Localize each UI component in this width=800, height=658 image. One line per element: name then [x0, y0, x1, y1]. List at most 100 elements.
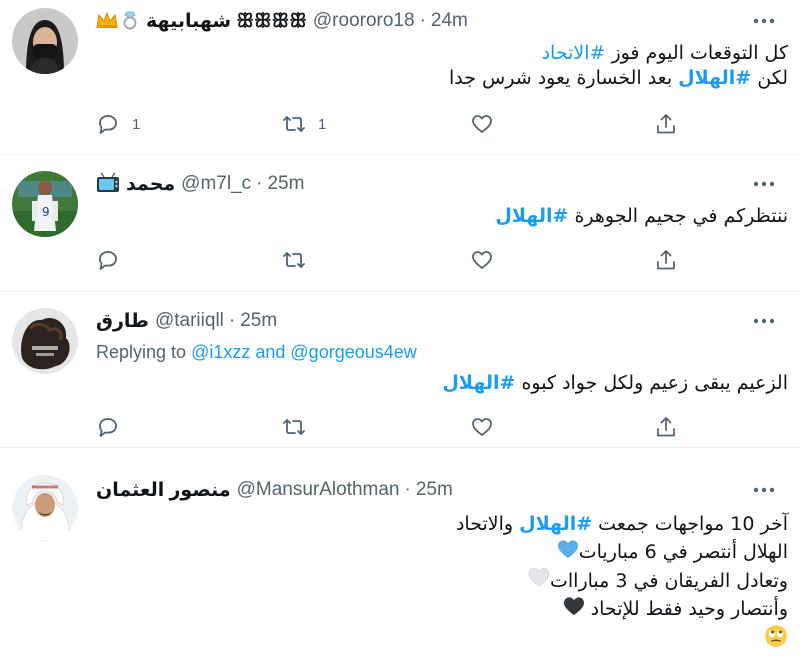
timestamp[interactable]: 25m [240, 310, 277, 332]
tweet-text-line: الزعيم يبقى زعيم ولكل جواد كبوه #الهلال [98, 371, 788, 396]
reply-icon [99, 251, 117, 270]
tweet-text-line: لكن #الهلال بعد الخسارة يعود شرس جدا [98, 66, 788, 91]
display-name-text[interactable]: منصور العثمان [96, 479, 231, 502]
hashtag-link[interactable]: #الهلال [678, 67, 751, 89]
white-heart-emoji [528, 567, 550, 595]
user-handle[interactable]: @roororo18 [313, 10, 415, 32]
svg-text:9: 9 [42, 205, 50, 219]
mention-link[interactable]: @i1xzz [191, 342, 250, 362]
hashtag-link[interactable]: #الهلال [442, 372, 515, 394]
hashtag-link[interactable]: #الهلال [519, 513, 592, 535]
user-handle[interactable]: @MansurAlothman [237, 479, 400, 501]
separator-dot: · [419, 10, 426, 31]
user-handle[interactable]: @m7l_c [181, 173, 251, 195]
blue-heart-emoji [557, 539, 579, 567]
share-icon [657, 114, 675, 134]
tweet-text-line [98, 624, 788, 656]
display-name[interactable]: منصور العثمان [96, 479, 231, 502]
text-segment: وأنتصار وحيد فقط للإتحاد [584, 598, 788, 620]
rolling-eyes-emoji [764, 624, 788, 656]
like-icon [472, 115, 492, 133]
timestamp[interactable]: 25m [416, 479, 453, 501]
text-segment: الزعيم يبقى زعيم ولكل جواد كبوه [515, 372, 788, 394]
tweet-text: كل التوقعات اليوم فوز #الاتحاد لكن #الهل… [98, 41, 788, 91]
black-heart-emoji [563, 596, 585, 624]
tweet[interactable]: شهبابيهة ꕥꕥꕥꕥ @roororo18 · 24m كل التوقع… [0, 0, 800, 155]
retweet-icon [283, 116, 305, 132]
reply-button[interactable] [96, 414, 120, 440]
tweet-text-line: الهلال أنتصر في 6 مباريات [98, 538, 788, 567]
avatar[interactable] [12, 475, 78, 541]
separator-dot: · [228, 310, 236, 331]
share-icon [657, 250, 675, 270]
separator-dot: · [256, 173, 263, 194]
share-button[interactable] [654, 111, 678, 137]
like-icon [472, 418, 492, 436]
avatar[interactable]: 9 [12, 171, 78, 237]
tweet-text-line: آخر 10 مواجهات جمعت #الهلال والاتحاد [98, 510, 788, 538]
tweet[interactable]: منصور العثمان @MansurAlothman · 25m آخر … [0, 448, 800, 658]
tweet[interactable]: طارق @tariiqll · 25m Replying to @i1xzz … [0, 292, 800, 448]
display-name-text[interactable]: شهبابيهة ꕥꕥꕥꕥ [146, 10, 307, 33]
retweet-button[interactable] [282, 247, 306, 273]
retweet-button[interactable] [282, 414, 306, 440]
text-segment: بعد الخسارة يعود شرس جدا [449, 67, 679, 89]
ring-emoji [122, 10, 138, 33]
tweet-header: منصور العثمان @MansurAlothman · 25m [96, 478, 453, 502]
display-name-text[interactable]: محمد [126, 173, 175, 196]
reply-icon [99, 115, 117, 134]
replying-prefix: Replying to [96, 342, 192, 362]
tweet[interactable]: 9 محمد @m7l_c · 25m ننتظركم في جحيم الجو… [0, 155, 800, 292]
like-button[interactable] [470, 414, 494, 440]
retweet-icon [283, 419, 305, 435]
display-name[interactable]: طارق [96, 310, 149, 333]
text-segment: آخر 10 مواجهات جمعت [592, 513, 788, 535]
retweet-button[interactable]: 1 [282, 111, 326, 137]
user-handle[interactable]: @tariiqll [155, 310, 224, 332]
avatar[interactable] [12, 8, 78, 74]
display-name[interactable]: شهبابيهة ꕥꕥꕥꕥ [146, 10, 307, 33]
timestamp[interactable]: 25m [267, 173, 304, 195]
replying-and: and [250, 342, 291, 362]
tweet-actions: 1 1 [96, 111, 686, 137]
like-button[interactable] [470, 247, 494, 273]
retweet-count: 1 [318, 115, 327, 133]
more-options-icon[interactable] [750, 174, 778, 194]
crown-emoji [96, 11, 118, 32]
share-button[interactable] [654, 247, 678, 273]
tweet-header: محمد @m7l_c · 25m [96, 172, 304, 196]
tweet-text-line: وأنتصار وحيد فقط للإتحاد [98, 595, 788, 624]
timestamp[interactable]: 24m [431, 10, 468, 32]
text-segment: والاتحاد [455, 513, 520, 535]
text-segment: وتعادل الفريقان في 3 مباراات [550, 569, 788, 592]
more-options-icon[interactable] [750, 480, 778, 500]
replying-to: Replying to @i1xzz and @gorgeous4ew [96, 342, 417, 363]
tweet-text: الزعيم يبقى زعيم ولكل جواد كبوه #الهلال [98, 371, 788, 396]
reply-button[interactable] [96, 247, 120, 273]
like-icon [472, 251, 492, 269]
tweet-text-line: ننتظركم في جحيم الجوهرة #الهلال [98, 204, 788, 229]
mention-link[interactable]: @gorgeous4ew [290, 342, 416, 362]
television-emoji [96, 172, 120, 196]
like-button[interactable] [470, 111, 494, 137]
avatar[interactable] [12, 308, 78, 374]
separator-dot: · [404, 479, 411, 500]
display-name-text[interactable]: طارق [96, 310, 149, 333]
hashtag-link[interactable]: #الهلال [495, 205, 568, 227]
retweet-icon [283, 252, 305, 268]
share-button[interactable] [654, 414, 678, 440]
reply-button[interactable]: 1 [96, 111, 140, 137]
display-name[interactable]: محمد [126, 173, 175, 196]
hashtag-link[interactable]: #الاتحاد [542, 42, 606, 64]
more-options-icon[interactable] [750, 11, 778, 31]
text-segment: الهلال أنتصر في 6 مباريات [578, 541, 788, 563]
tweet-actions [96, 247, 686, 273]
tweet-text: ننتظركم في جحيم الجوهرة #الهلال [98, 204, 788, 229]
share-icon [657, 417, 675, 437]
tweet-header: طارق @tariiqll · 25m [96, 309, 277, 333]
text-segment: ننتظركم في جحيم الجوهرة [568, 205, 788, 227]
tweet-header: شهبابيهة ꕥꕥꕥꕥ @roororo18 · 24m [96, 9, 468, 33]
tweet-text-line: كل التوقعات اليوم فوز #الاتحاد [98, 41, 788, 66]
more-options-icon[interactable] [750, 311, 778, 331]
tweet-actions [96, 414, 686, 440]
